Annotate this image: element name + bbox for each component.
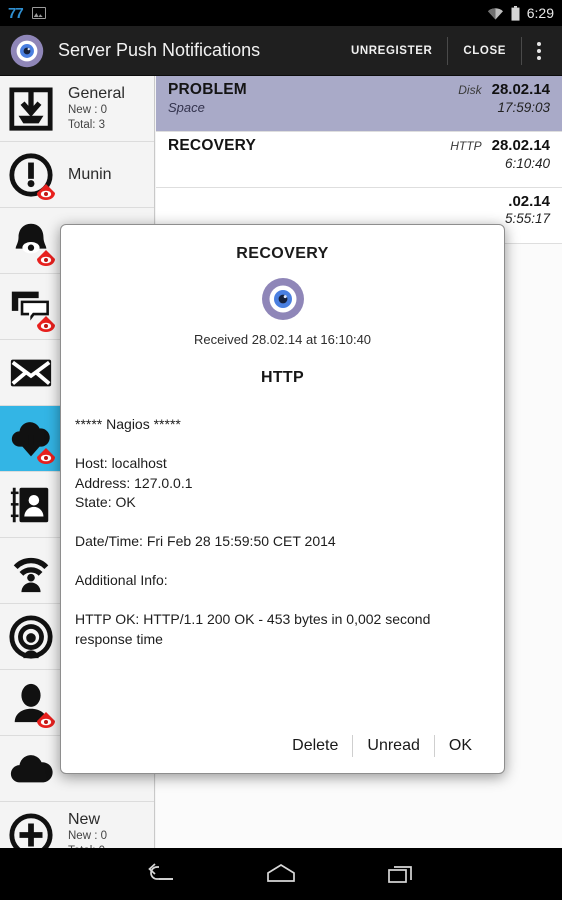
- dialog-body: RECOVERY Received 28.02.14 at 16:10:40 H…: [61, 225, 504, 719]
- image-icon: [31, 7, 46, 19]
- eye-logo-icon: [10, 34, 44, 68]
- ok-button[interactable]: OK: [435, 733, 486, 759]
- clock: 6:29: [526, 5, 554, 21]
- close-button[interactable]: CLOSE: [448, 36, 521, 66]
- android-screen: 77 6:29 Server Push Notifications UNREGI…: [0, 0, 562, 900]
- unregister-button[interactable]: UNREGISTER: [336, 36, 447, 66]
- dialog-actions: Delete Unread OK: [61, 719, 504, 773]
- delete-button[interactable]: Delete: [278, 733, 352, 759]
- navigation-bar: [0, 848, 562, 900]
- back-arrow-icon[interactable]: [101, 863, 221, 885]
- action-bar: Server Push Notifications UNREGISTER CLO…: [0, 26, 562, 76]
- dialog-logo-wrap: [73, 277, 492, 321]
- unread-button[interactable]: Unread: [353, 733, 433, 759]
- dialog-message-body: ***** Nagios ***** Host: localhost Addre…: [75, 416, 431, 647]
- action-bar-actions: UNREGISTER CLOSE: [336, 26, 562, 75]
- status-bar: 77 6:29: [0, 0, 562, 26]
- home-icon[interactable]: [221, 863, 341, 885]
- notification-count: 77: [8, 4, 24, 22]
- eye-logo-icon: [261, 277, 305, 321]
- app-title: Server Push Notifications: [58, 40, 261, 60]
- notification-detail-dialog: RECOVERY Received 28.02.14 at 16:10:40 H…: [60, 224, 505, 774]
- recent-apps-icon[interactable]: [341, 863, 461, 885]
- content-area: General New : 0 Total: 3 Munin New New:…: [0, 76, 562, 848]
- status-bar-right: 6:29: [487, 5, 554, 21]
- dialog-subject: HTTP: [261, 369, 304, 386]
- battery-icon: [511, 5, 520, 21]
- wifi-icon: [487, 7, 504, 20]
- dialog-title: RECOVERY: [236, 245, 329, 262]
- overflow-menu-icon[interactable]: [522, 26, 556, 75]
- dialog-received-timestamp: Received 28.02.14 at 16:10:40: [193, 332, 372, 347]
